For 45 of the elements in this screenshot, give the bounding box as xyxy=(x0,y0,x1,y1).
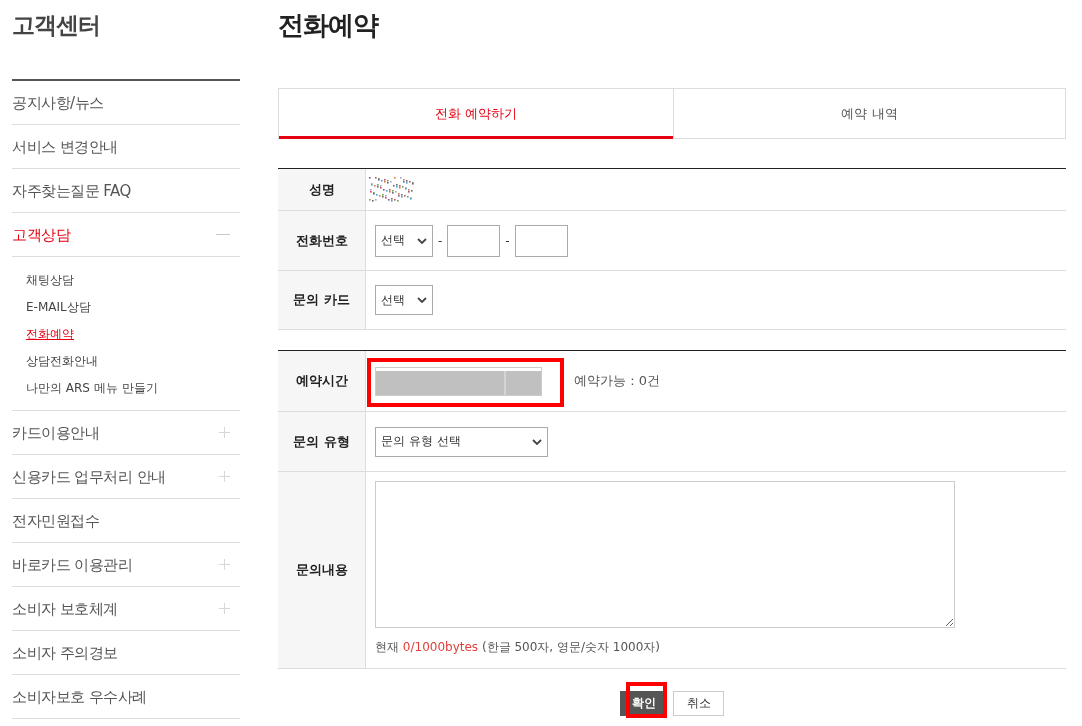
phone-number-field[interactable] xyxy=(514,224,568,257)
field-label: 문의 유형 xyxy=(293,432,350,451)
sidebar-link[interactable]: 서비스 변경안내 xyxy=(12,136,118,157)
sidebar-link[interactable]: 소비자 주의경보 xyxy=(12,642,118,663)
field-label: 성명 xyxy=(308,180,335,199)
submenu-link[interactable]: 나만의 ARS 메뉴 만들기 xyxy=(26,379,158,396)
sidebar-link[interactable]: 고객상담 xyxy=(12,224,70,245)
tab[interactable]: 예약 내역 xyxy=(673,89,1065,139)
availability-text: 예약가능 : 0건 xyxy=(574,372,660,390)
chevron-down-icon xyxy=(417,297,427,303)
minus-icon[interactable] xyxy=(216,234,230,235)
field-label: 예약시간 xyxy=(295,372,348,390)
page-title: 전화예약 xyxy=(278,9,378,42)
byte-counter-text: 현재 0/1000bytes (한글 500자, 영문/숫자 1000자) xyxy=(375,639,661,655)
inquiry-type-select[interactable]: 문의 유형 선택 xyxy=(375,426,548,457)
inquiry-textarea[interactable] xyxy=(375,481,955,628)
plus-icon[interactable] xyxy=(219,559,230,570)
field-label: 문의내용 xyxy=(295,561,348,579)
submenu-link[interactable]: 상담전화안내 xyxy=(26,352,98,369)
plus-icon[interactable] xyxy=(219,471,230,482)
sidebar-link[interactable]: 바로카드 이용관리 xyxy=(12,554,133,575)
submenu-link[interactable]: E-MAIL상담 xyxy=(26,298,91,315)
area-code-select[interactable]: 선택 xyxy=(375,224,433,257)
sidebar-title: 고객센터 xyxy=(12,11,100,40)
sidebar-link[interactable]: 자주찾는질문 FAQ xyxy=(12,180,131,201)
sidebar-link[interactable]: 소비자보호 우수사례 xyxy=(12,686,147,707)
submenu-link[interactable]: 채팅상담 xyxy=(26,271,74,288)
plus-icon[interactable] xyxy=(219,427,230,438)
chevron-down-icon xyxy=(532,438,542,445)
plus-icon[interactable] xyxy=(219,603,230,614)
field-label: 전화번호 xyxy=(295,231,348,250)
sidebar-link[interactable]: 공지사항/뉴스 xyxy=(12,92,104,113)
phone-number-field[interactable] xyxy=(447,224,501,257)
sidebar-link[interactable]: 카드이용안내 xyxy=(12,422,99,443)
cancel-button[interactable]: 취소 xyxy=(673,691,724,716)
dash-separator: - xyxy=(438,233,443,248)
sidebar-link[interactable]: 신용카드 업무처리 안내 xyxy=(12,466,166,487)
sidebar-link[interactable]: 전자민원접수 xyxy=(12,510,99,531)
sidebar-link[interactable]: 소비자 보호체계 xyxy=(12,598,118,619)
mosaic-block xyxy=(369,177,415,202)
dash-separator: - xyxy=(505,233,510,248)
submenu-link[interactable]: 전화예약 xyxy=(26,325,74,342)
chevron-down-icon xyxy=(417,237,427,244)
card-select[interactable]: 선택 xyxy=(375,285,433,315)
field-label: 문의 카드 xyxy=(293,291,350,309)
